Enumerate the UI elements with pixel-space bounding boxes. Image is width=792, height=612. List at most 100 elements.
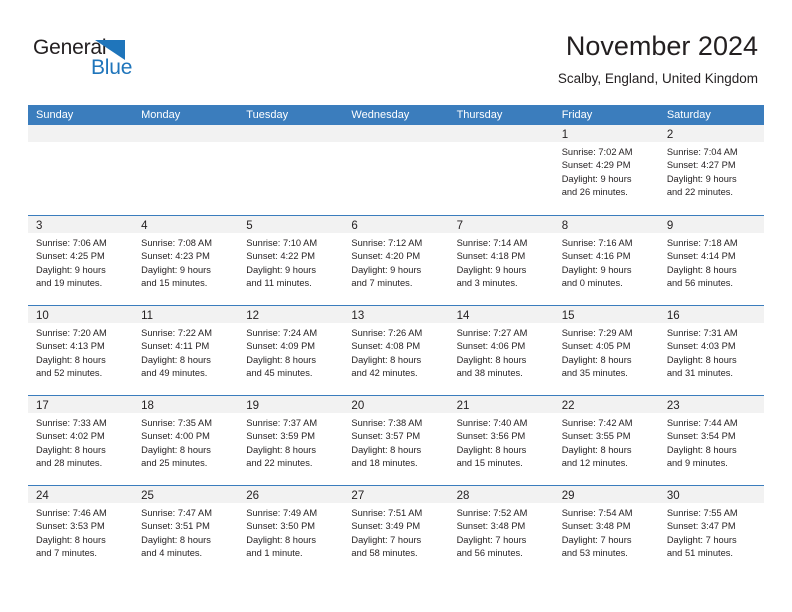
sunset-text: Sunset: 4:02 PM: [36, 431, 105, 442]
sunrise-text: Sunrise: 7:24 AM: [246, 328, 318, 338]
sunrise-text: Sunrise: 7:14 AM: [456, 238, 528, 248]
calendar-day-cell[interactable]: 23 Sunrise: 7:44 AM Sunset: 3:54 PM Dayligh…: [658, 396, 764, 485]
daylight-text-line1: Daylight: 8 hours: [666, 444, 737, 455]
calendar-day-cell[interactable]: 9 Sunrise: 7:18 AM Sunset: 4:14 PM Daylight…: [658, 216, 764, 305]
day-number: 21: [456, 400, 470, 412]
sunset-text: Sunset: 4:05 PM: [561, 341, 631, 352]
daylight-text-line1: Daylight: 9 hours: [456, 264, 527, 275]
daylight-text-line2: and 0 minutes.: [561, 278, 623, 289]
daylight-text-line2: and 51 minutes.: [666, 548, 733, 559]
calendar-day-cell[interactable]: 22 Sunrise: 7:42 AM Sunset: 3:55 PM Dayligh…: [553, 396, 659, 485]
dow-sunday: Sunday: [36, 109, 74, 121]
sunrise-text: Sunrise: 7:18 AM: [666, 238, 738, 248]
calendar-day-cell[interactable]: 1 Sunrise: 7:02 AM Sunset: 4:29 PM Daylight…: [553, 125, 659, 215]
calendar-day-cell[interactable]: 7 Sunrise: 7:14 AM Sunset: 4:18 PM Daylight…: [448, 216, 554, 305]
sunset-text: Sunset: 3:53 PM: [36, 521, 105, 532]
calendar-day-cell[interactable]: 17 Sunrise: 7:33 AM Sunset: 4:02 PM Dayligh…: [28, 396, 134, 485]
calendar-day-cell[interactable]: 21 Sunrise: 7:40 AM Sunset: 3:56 PM Dayligh…: [448, 396, 554, 485]
calendar-day-cell[interactable]: 13 Sunrise: 7:26 AM Sunset: 4:08 PM Dayligh…: [343, 306, 449, 395]
day-details: Sunrise: 7:51 AM Sunset: 3:49 PM Daylight:…: [343, 503, 448, 561]
day-number-band: 25: [133, 486, 239, 503]
day-number: 9: [666, 220, 674, 232]
calendar-day-cell[interactable]: 29 Sunrise: 7:54 AM Sunset: 3:48 PM Dayligh…: [553, 486, 659, 575]
calendar-day-cell[interactable]: 15 Sunrise: 7:29 AM Sunset: 4:05 PM Dayligh…: [553, 306, 659, 395]
day-details: Sunrise: 7:06 AM Sunset: 4:25 PM Daylight:…: [28, 233, 133, 291]
calendar-day-cell[interactable]: 2 Sunrise: 7:04 AM Sunset: 4:27 PM Daylight…: [658, 125, 764, 215]
calendar-day-cell-empty: [238, 125, 344, 215]
calendar-day-cell[interactable]: 20 Sunrise: 7:38 AM Sunset: 3:57 PM Dayligh…: [343, 396, 449, 485]
sunset-text: Sunset: 3:47 PM: [666, 521, 736, 532]
calendar-day-cell[interactable]: 26 Sunrise: 7:49 AM Sunset: 3:50 PM Dayligh…: [238, 486, 344, 575]
day-number: 22: [561, 400, 575, 412]
calendar-day-cell[interactable]: 5 Sunrise: 7:10 AM Sunset: 4:22 PM Daylight…: [238, 216, 344, 305]
day-details: Sunrise: 7:29 AM Sunset: 4:05 PM Daylight:…: [554, 323, 659, 381]
calendar-day-cell[interactable]: 16 Sunrise: 7:31 AM Sunset: 4:03 PM Dayligh…: [658, 306, 764, 395]
brand-logo[interactable]: General Blue: [33, 36, 143, 80]
day-details: Sunrise: 7:18 AM Sunset: 4:14 PM Daylight:…: [659, 233, 764, 291]
daylight-text-line1: Daylight: 7 hours: [561, 534, 632, 545]
sunrise-text: Sunrise: 7:54 AM: [561, 508, 633, 518]
daylight-text-line1: Daylight: 8 hours: [351, 354, 422, 365]
sunrise-text: Sunrise: 7:33 AM: [36, 418, 107, 428]
day-number: 23: [666, 400, 680, 412]
page-subtitle: Scalby, England, United Kingdom: [557, 71, 758, 86]
calendar-day-cell[interactable]: 27 Sunrise: 7:51 AM Sunset: 3:49 PM Dayligh…: [343, 486, 449, 575]
sunrise-text: Sunrise: 7:04 AM: [666, 147, 738, 157]
daylight-text-line2: and 42 minutes.: [351, 368, 418, 379]
day-number-band: 17: [28, 396, 134, 413]
calendar-day-cell[interactable]: 4 Sunrise: 7:08 AM Sunset: 4:23 PM Daylight…: [133, 216, 239, 305]
daylight-text-line1: Daylight: 9 hours: [351, 264, 422, 275]
calendar-day-cell[interactable]: 24 Sunrise: 7:46 AM Sunset: 3:53 PM Dayligh…: [28, 486, 134, 575]
daylight-text-line2: and 52 minutes.: [36, 368, 103, 379]
calendar-day-cell[interactable]: 11 Sunrise: 7:22 AM Sunset: 4:11 PM Dayligh…: [133, 306, 239, 395]
day-number-band: 14: [448, 306, 554, 323]
day-number: 15: [561, 310, 575, 322]
calendar-day-cell[interactable]: 10 Sunrise: 7:20 AM Sunset: 4:13 PM Dayligh…: [28, 306, 134, 395]
calendar-day-cell[interactable]: 19 Sunrise: 7:37 AM Sunset: 3:59 PM Dayligh…: [238, 396, 344, 485]
sunrise-text: Sunrise: 7:52 AM: [456, 508, 528, 518]
sunset-text: Sunset: 3:49 PM: [351, 521, 421, 532]
calendar-day-cell[interactable]: 30 Sunrise: 7:55 AM Sunset: 3:47 PM Dayligh…: [658, 486, 764, 575]
day-number-band: 24: [28, 486, 134, 503]
day-number: 2: [666, 129, 674, 141]
calendar-day-cell[interactable]: 3 Sunrise: 7:06 AM Sunset: 4:25 PM Daylight…: [28, 216, 134, 305]
day-number: 10: [36, 310, 49, 322]
day-number-band: 15: [553, 306, 659, 323]
sunrise-text: Sunrise: 7:31 AM: [666, 328, 738, 338]
day-details: Sunrise: 7:16 AM Sunset: 4:16 PM Daylight:…: [554, 233, 659, 291]
calendar-day-cell[interactable]: 8 Sunrise: 7:16 AM Sunset: 4:16 PM Daylight…: [553, 216, 659, 305]
day-number: 8: [561, 220, 569, 232]
sunset-text: Sunset: 4:16 PM: [561, 251, 631, 262]
daylight-text-line2: and 31 minutes.: [666, 368, 733, 379]
calendar-week-row: 24 Sunrise: 7:46 AM Sunset: 3:53 PM Dayligh…: [28, 485, 764, 575]
day-details: Sunrise: 7:40 AM Sunset: 3:56 PM Daylight:…: [449, 413, 554, 471]
daylight-text-line2: and 49 minutes.: [141, 368, 208, 379]
daylight-text-line1: Daylight: 9 hours: [36, 264, 106, 275]
daylight-text-line2: and 26 minutes.: [561, 187, 628, 198]
sunrise-text: Sunrise: 7:26 AM: [351, 328, 423, 338]
sunset-text: Sunset: 4:23 PM: [141, 251, 210, 262]
day-number: 25: [141, 490, 154, 502]
daylight-text-line1: Daylight: 8 hours: [246, 444, 317, 455]
daylight-text-line2: and 35 minutes.: [561, 368, 628, 379]
calendar-day-cell[interactable]: 25 Sunrise: 7:47 AM Sunset: 3:51 PM Dayligh…: [133, 486, 239, 575]
calendar-grid: Sunday Monday Tuesday Wednesday Thursday…: [28, 105, 764, 575]
day-number: 24: [36, 490, 49, 502]
calendar-day-cell[interactable]: 12 Sunrise: 7:24 AM Sunset: 4:09 PM Dayligh…: [238, 306, 344, 395]
calendar-day-cell-empty: [28, 125, 134, 215]
sunset-text: Sunset: 4:13 PM: [36, 341, 105, 352]
day-number: 6: [351, 220, 358, 232]
daylight-text-line2: and 11 minutes.: [246, 278, 312, 289]
calendar-day-cell[interactable]: 14 Sunrise: 7:27 AM Sunset: 4:06 PM Dayligh…: [448, 306, 554, 395]
day-number: 11: [141, 310, 154, 322]
day-details: [238, 142, 343, 146]
day-details: Sunrise: 7:37 AM Sunset: 3:59 PM Daylight:…: [238, 413, 343, 471]
day-number: 5: [246, 220, 253, 232]
calendar-day-cell[interactable]: 18 Sunrise: 7:35 AM Sunset: 4:00 PM Dayligh…: [133, 396, 239, 485]
calendar-day-cell[interactable]: 6 Sunrise: 7:12 AM Sunset: 4:20 PM Daylight…: [343, 216, 449, 305]
sunrise-text: Sunrise: 7:06 AM: [36, 238, 107, 248]
sunset-text: Sunset: 4:08 PM: [351, 341, 421, 352]
page-title: November 2024: [565, 31, 758, 61]
daylight-text-line2: and 28 minutes.: [36, 458, 103, 469]
calendar-day-cell[interactable]: 28 Sunrise: 7:52 AM Sunset: 3:48 PM Dayligh…: [448, 486, 554, 575]
